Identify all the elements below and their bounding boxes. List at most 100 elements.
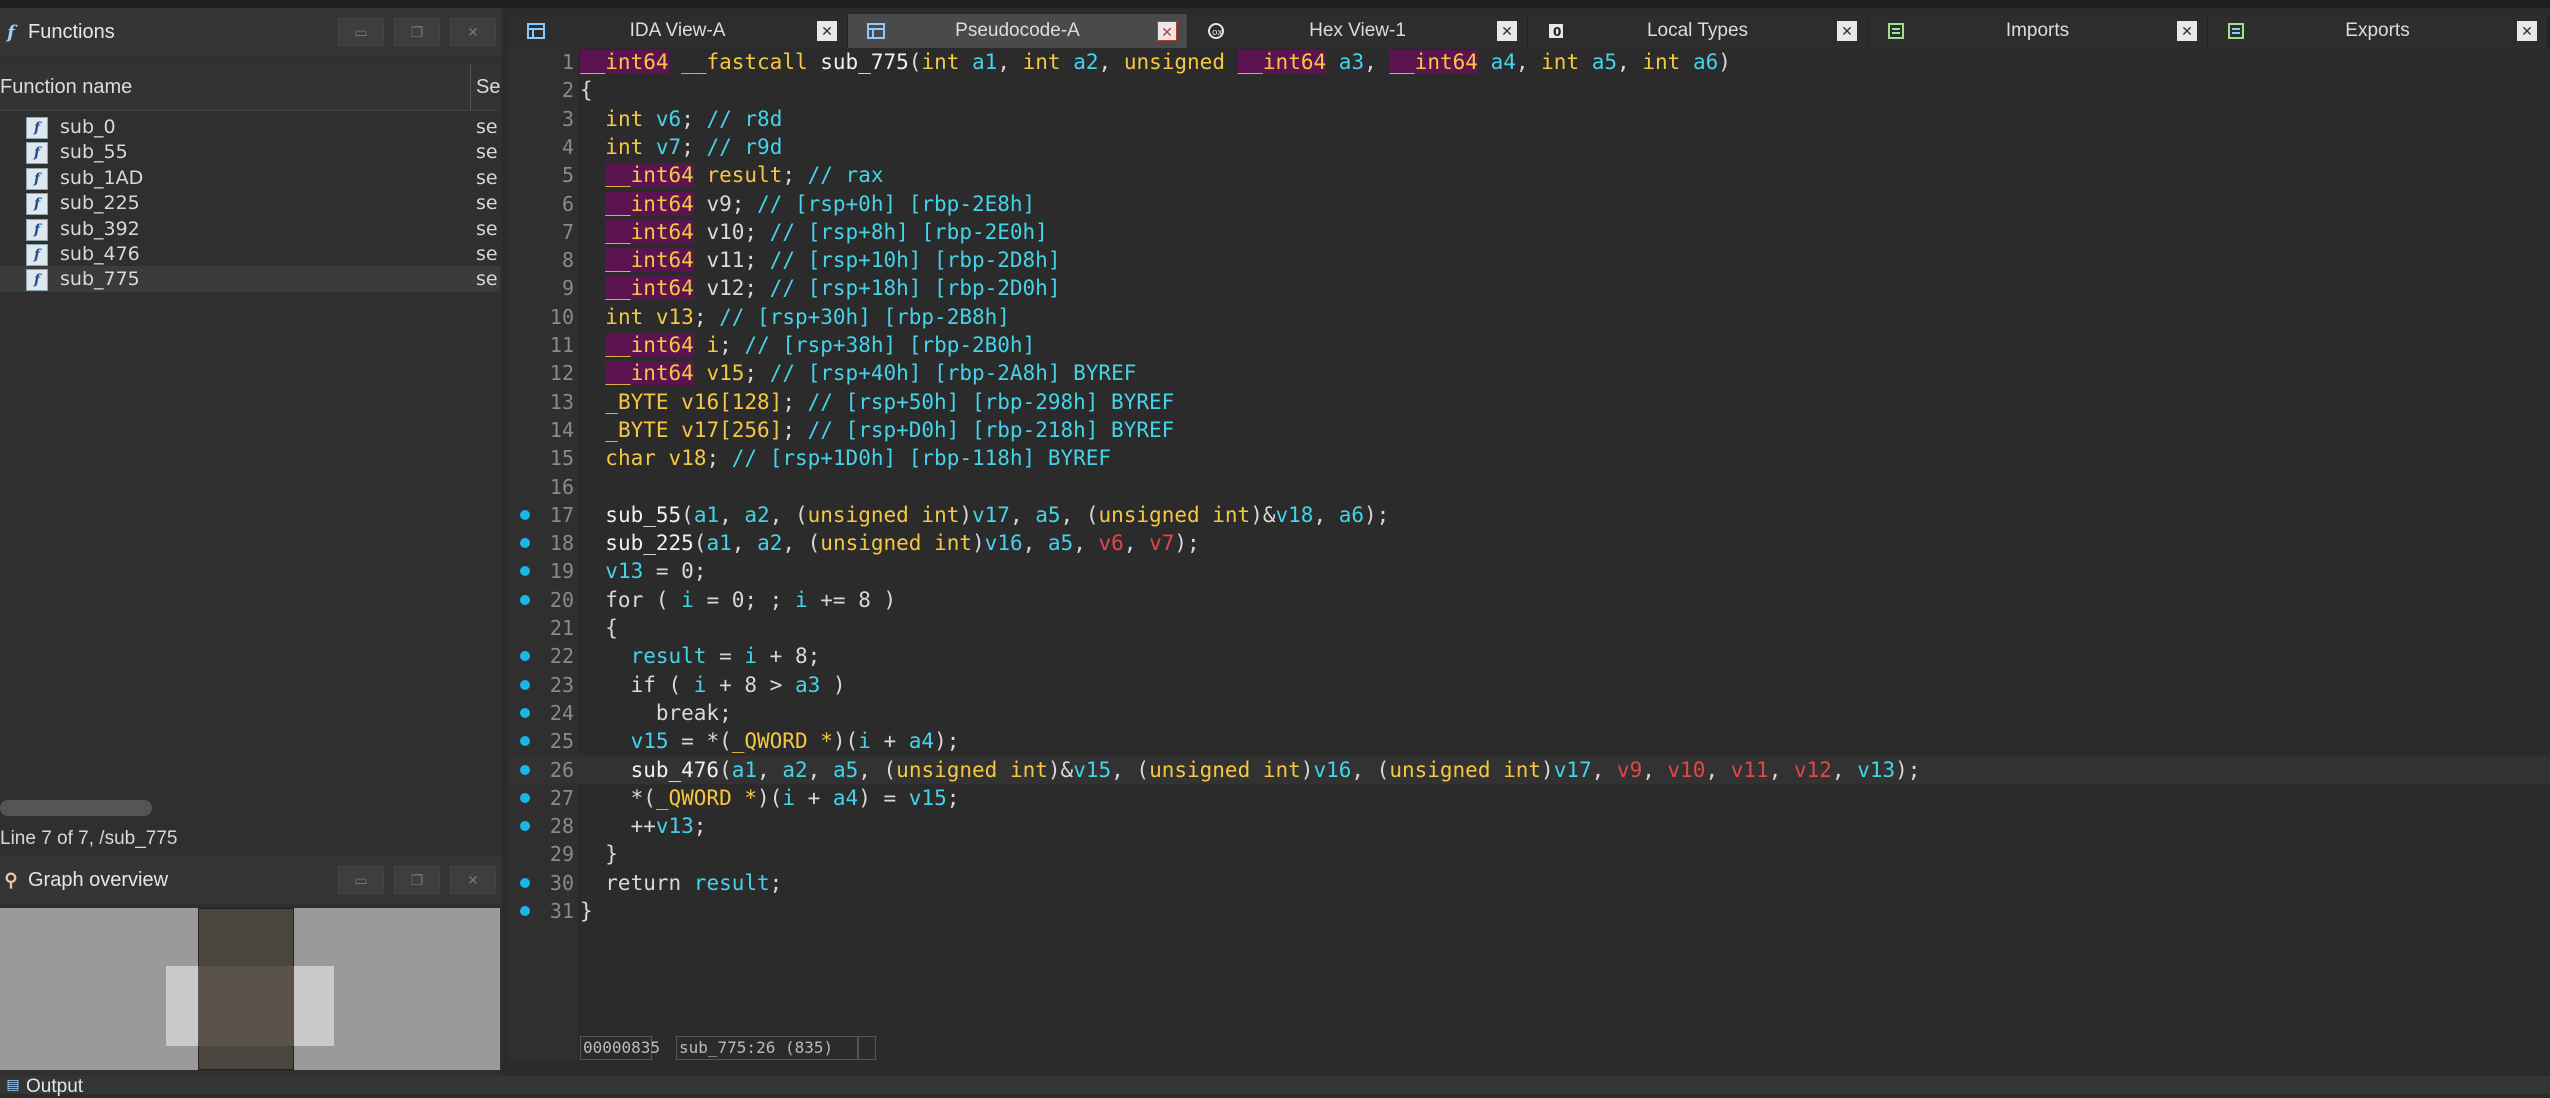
graph-overview-canvas[interactable]: [0, 908, 500, 1070]
tab-pseudocode-a[interactable]: Pseudocode-A ✕: [848, 14, 1188, 48]
tab-imports[interactable]: Imports ✕: [1868, 14, 2208, 48]
code-text: v15 = *(_QWORD *)(i + a4);: [630, 729, 960, 754]
code-line[interactable]: 21 {: [508, 614, 2550, 642]
code-line[interactable]: 4 int v7; // r9d: [508, 133, 2550, 161]
breakpoint-dot[interactable]: [520, 651, 530, 662]
function-row[interactable]: f sub_476 se: [0, 241, 500, 266]
function-segment: se: [476, 166, 498, 189]
code-line[interactable]: 29 }: [508, 840, 2550, 868]
tab-hex-view-1[interactable]: ox Hex View-1 ✕: [1188, 14, 1528, 48]
breakpoint-dot[interactable]: [520, 538, 530, 549]
function-name: sub_1AD: [60, 166, 144, 189]
code-line[interactable]: 23 if ( i + 8 > a3 ): [508, 671, 2550, 699]
function-row[interactable]: f sub_1AD se: [0, 165, 500, 190]
tab-label: Local Types: [1646, 20, 1749, 41]
code-line[interactable]: 19 v13 = 0;: [508, 557, 2550, 585]
float-button[interactable]: ▭: [338, 866, 384, 894]
line-number: 23: [549, 672, 574, 697]
function-row[interactable]: f sub_225 se: [0, 190, 500, 216]
line-number: 22: [549, 644, 574, 669]
breakpoint-dot[interactable]: [520, 566, 530, 577]
code-line[interactable]: 25 v15 = *(_QWORD *)(i + a4);: [508, 727, 2550, 755]
breakpoint-dot[interactable]: [520, 509, 530, 520]
function-icon: f: [26, 117, 48, 139]
breakpoint-dot[interactable]: [520, 877, 530, 888]
close-icon[interactable]: ✕: [817, 21, 837, 41]
restore-button[interactable]: ❐: [394, 18, 440, 46]
column-function-name[interactable]: Function name: [0, 76, 132, 99]
code-line[interactable]: 5 __int64 result; // rax: [508, 161, 2550, 189]
breakpoint-dot[interactable]: [520, 792, 530, 803]
code-line[interactable]: 24 break;: [508, 699, 2550, 727]
code-text: if ( i + 8 > a3 ): [580, 672, 846, 697]
code-line[interactable]: 22 result = i + 8;: [508, 642, 2550, 670]
code-text: }: [580, 842, 618, 867]
graph-overview-header: ⚲ Graph overview ▭ ❐ ✕: [0, 856, 502, 904]
tab-local-types[interactable]: 0 Local Types ✕: [1528, 14, 1868, 48]
tab-ida-view-a[interactable]: IDA View-A ✕: [508, 14, 848, 48]
code-line[interactable]: 18 sub_225(a1, a2, (unsigned int)v16, a5…: [508, 529, 2550, 557]
horizontal-scrollbar[interactable]: [0, 800, 152, 816]
function-row[interactable]: f sub_392 se: [0, 216, 500, 241]
output-panel-header: ▤ Output: [0, 1076, 2550, 1097]
code-line[interactable]: 7 __int64 v10; // [rsp+8h] [rbp-2E0h]: [508, 218, 2550, 246]
code-line[interactable]: 17 sub_55(a1, a2, (unsigned int)v17, a5,…: [508, 501, 2550, 529]
close-icon[interactable]: ✕: [1157, 21, 1177, 41]
output-icon: ▤: [6, 1077, 20, 1093]
close-button[interactable]: ✕: [450, 866, 496, 894]
breakpoint-dot[interactable]: [520, 821, 530, 832]
code-line[interactable]: 11 __int64 i; // [rsp+38h] [rbp-2B0h]: [508, 331, 2550, 359]
line-number: 1: [561, 50, 574, 74]
code-line[interactable]: 2{: [508, 76, 2550, 104]
breakpoint-dot[interactable]: [520, 679, 530, 690]
code-line[interactable]: 10 int v13; // [rsp+30h] [rbp-2B8h]: [508, 303, 2550, 331]
close-icon[interactable]: ✕: [1497, 21, 1517, 41]
close-button[interactable]: ✕: [450, 18, 496, 46]
function-name: sub_775: [60, 268, 140, 291]
function-row[interactable]: f sub_55 se: [0, 139, 500, 165]
breakpoint-dot[interactable]: [520, 906, 530, 916]
function-row-selected[interactable]: f sub_775 se: [0, 266, 500, 292]
float-button[interactable]: ▭: [338, 18, 384, 46]
code-line[interactable]: 16: [508, 473, 2550, 501]
breakpoint-dot[interactable]: [520, 764, 530, 775]
close-icon[interactable]: ✕: [2177, 21, 2197, 41]
code-line[interactable]: 12 __int64 v15; // [rsp+40h] [rbp-2A8h] …: [508, 359, 2550, 387]
code-line[interactable]: 31}: [508, 897, 2550, 925]
output-panel-title: Output: [26, 1076, 84, 1097]
restore-button[interactable]: ❐: [394, 866, 440, 894]
line-number: 9: [561, 276, 574, 301]
line-number: 19: [549, 559, 574, 584]
column-segment[interactable]: Se: [476, 76, 500, 99]
code-line[interactable]: 15 char v18; // [rsp+1D0h] [rbp-118h] BY…: [508, 444, 2550, 472]
code-text: __int64 result; // rax: [605, 163, 884, 188]
top-strip: [0, 0, 2550, 8]
tab-exports[interactable]: Exports ✕: [2208, 14, 2548, 48]
code-line[interactable]: 14 _BYTE v17[256]; // [rsp+D0h] [rbp-218…: [508, 416, 2550, 444]
code-line-current[interactable]: 26 sub_476(a1, a2, a5, (unsigned int)&v1…: [508, 755, 2550, 784]
code-line[interactable]: 8 __int64 v11; // [rsp+10h] [rbp-2D8h]: [508, 246, 2550, 274]
code-line[interactable]: 13 _BYTE v16[128]; // [rsp+50h] [rbp-298…: [508, 388, 2550, 416]
code-text: __int64 v10; // [rsp+8h] [rbp-2E0h]: [605, 219, 1048, 244]
function-icon: f: [26, 167, 48, 190]
code-line[interactable]: 1 __int64 __fastcall sub_775(int a1, int …: [508, 48, 2550, 76]
code-line[interactable]: 6 __int64 v9; // [rsp+0h] [rbp-2E8h]: [508, 190, 2550, 218]
code-line[interactable]: 20 for ( i = 0; ; i += 8 ): [508, 586, 2550, 614]
code-line[interactable]: 3 int v6; // r8d: [508, 105, 2550, 133]
status-address: 00000835: [580, 1036, 660, 1060]
code-line[interactable]: 28 ++v13;: [508, 812, 2550, 840]
column-separator[interactable]: [470, 64, 471, 110]
close-icon[interactable]: ✕: [2517, 21, 2537, 41]
code-line[interactable]: 30 return result;: [508, 869, 2550, 897]
breakpoint-dot[interactable]: [520, 594, 530, 605]
function-row[interactable]: f sub_0 se: [0, 114, 500, 139]
local-types-icon: 0: [1546, 22, 1566, 40]
code-line[interactable]: 27 *(_QWORD *)(i + a4) = v15;: [508, 784, 2550, 812]
close-icon[interactable]: ✕: [1837, 21, 1857, 41]
graph-overview-title: Graph overview: [28, 868, 169, 891]
pseudocode-editor[interactable]: 1 __int64 __fastcall sub_775(int a1, int …: [508, 48, 2550, 1060]
code-line[interactable]: 9 __int64 v12; // [rsp+18h] [rbp-2D0h]: [508, 274, 2550, 302]
line-number: 4: [561, 134, 574, 159]
breakpoint-dot[interactable]: [520, 707, 530, 718]
breakpoint-dot[interactable]: [520, 736, 530, 747]
